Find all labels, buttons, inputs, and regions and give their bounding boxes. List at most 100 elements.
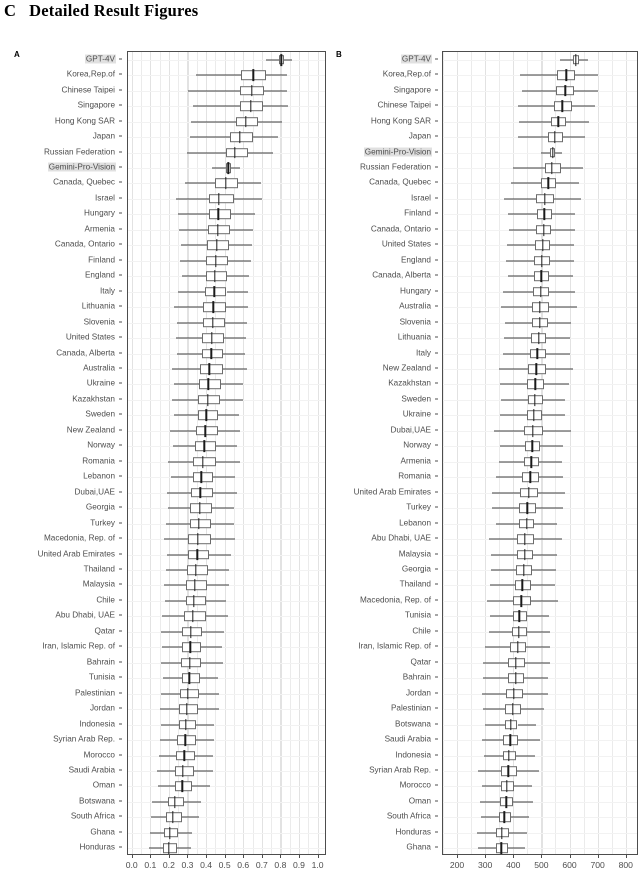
panel-a-accuracy-boxplot: A GPT-4V Korea,Rep.of Chinese Taipei Singap… bbox=[0, 42, 330, 883]
median-line bbox=[534, 378, 536, 391]
y-axis-tick bbox=[119, 274, 122, 276]
box-iqr bbox=[190, 503, 212, 513]
whisker-upper bbox=[541, 414, 566, 416]
gridline-row bbox=[128, 59, 325, 61]
median-line bbox=[216, 223, 219, 236]
y-axis-tick bbox=[435, 228, 438, 230]
y-axis-category-label: Korea,Rep.of bbox=[382, 69, 431, 79]
median-line bbox=[544, 192, 546, 205]
whisker-upper bbox=[231, 167, 241, 169]
gridline-major bbox=[261, 52, 263, 854]
y-axis-tick bbox=[435, 676, 438, 678]
median-line bbox=[210, 347, 212, 360]
median-line bbox=[202, 455, 204, 468]
y-axis-tick bbox=[119, 336, 122, 338]
y-axis-category-label: Botswana bbox=[395, 719, 431, 729]
y-axis-tick bbox=[435, 290, 438, 292]
box-iqr bbox=[179, 688, 199, 699]
y-axis-tick bbox=[435, 645, 438, 647]
y-axis-category-label: Chinese Taipei bbox=[377, 100, 431, 110]
y-axis-category-label: Canada, Ontario bbox=[54, 239, 115, 249]
median-line bbox=[280, 53, 283, 66]
box-iqr bbox=[208, 194, 234, 204]
gridline-row bbox=[443, 770, 637, 772]
box-iqr bbox=[496, 843, 509, 854]
y-axis-category-label: Morocco bbox=[399, 780, 431, 790]
whisker-lower bbox=[478, 847, 497, 849]
y-axis-category-label: Honduras bbox=[395, 827, 431, 837]
y-axis-tick bbox=[119, 73, 122, 75]
whisker-upper bbox=[560, 167, 583, 169]
y-axis-category-label: Israel bbox=[410, 193, 431, 203]
y-axis-tick bbox=[119, 181, 122, 183]
median-line bbox=[524, 533, 526, 545]
y-axis-category-label: Lithuania bbox=[81, 301, 115, 311]
median-line bbox=[551, 146, 554, 159]
y-axis-category-label: Tunisia bbox=[404, 610, 431, 620]
y-axis-tick bbox=[435, 135, 438, 137]
box-iqr bbox=[225, 147, 248, 158]
x-axis-tick-label: 400 bbox=[506, 860, 521, 870]
whisker-upper bbox=[516, 755, 536, 756]
whisker-upper bbox=[201, 646, 222, 648]
y-axis-tick bbox=[435, 460, 438, 462]
y-axis-tick bbox=[119, 120, 122, 122]
gridline-row bbox=[443, 817, 637, 819]
gridline-major bbox=[206, 52, 208, 854]
y-axis-tick bbox=[119, 243, 122, 245]
panel-b-score-boxplot: B GPT-4V Korea,Rep.of Singapore Chinese Tai… bbox=[330, 42, 640, 883]
y-axis-tick bbox=[119, 645, 122, 647]
y-axis-category-label: Abu Dhabi, UAE bbox=[371, 533, 431, 543]
median-line bbox=[185, 718, 187, 731]
median-line bbox=[557, 115, 559, 128]
median-line bbox=[532, 424, 534, 437]
y-axis-tick bbox=[119, 491, 122, 493]
whisker-lower bbox=[490, 584, 515, 586]
whisker-upper bbox=[218, 414, 240, 416]
gridline-row bbox=[443, 786, 637, 788]
whisker-lower bbox=[499, 414, 527, 416]
whisker-upper bbox=[194, 755, 214, 756]
whisker-lower bbox=[480, 816, 499, 818]
whisker-upper bbox=[266, 74, 287, 76]
whisker-upper bbox=[532, 554, 557, 555]
whisker-upper bbox=[263, 90, 287, 92]
y-axis-tick bbox=[119, 212, 122, 214]
whisker-upper bbox=[284, 59, 292, 61]
median-line bbox=[182, 765, 184, 777]
whisker-upper bbox=[205, 615, 229, 617]
median-line bbox=[500, 842, 503, 854]
y-axis-category-label: United States bbox=[65, 332, 115, 342]
whisker-upper bbox=[177, 832, 193, 834]
y-axis-tick bbox=[435, 599, 438, 601]
y-axis-category-label: South Africa bbox=[70, 811, 115, 821]
gridline-major bbox=[541, 52, 543, 854]
whisker-lower bbox=[520, 74, 557, 76]
gridline-major bbox=[280, 52, 282, 854]
median-line bbox=[505, 795, 507, 808]
box-iqr bbox=[202, 333, 225, 343]
box-iqr bbox=[201, 348, 224, 359]
whisker-lower bbox=[157, 785, 175, 787]
box-iqr bbox=[178, 704, 199, 714]
median-line bbox=[523, 548, 526, 561]
median-line bbox=[575, 53, 577, 66]
whisker-lower bbox=[504, 198, 537, 200]
whisker-lower bbox=[177, 322, 204, 324]
whisker-lower bbox=[167, 507, 191, 509]
median-line bbox=[199, 486, 202, 499]
whisker-lower bbox=[173, 383, 199, 385]
median-line bbox=[224, 177, 227, 190]
y-axis-tick bbox=[119, 583, 122, 585]
gridline-row bbox=[128, 600, 325, 602]
y-axis-tick bbox=[435, 151, 438, 152]
x-axis-tick-label: 0.0 bbox=[125, 860, 138, 870]
y-axis-category-label: Gemini-Pro-Vision bbox=[47, 162, 116, 172]
gridline-row bbox=[443, 724, 637, 726]
box-iqr bbox=[240, 101, 263, 111]
whisker-upper bbox=[532, 569, 557, 571]
whisker-upper bbox=[225, 306, 248, 308]
y-axis-category-label: United Arab Emirates bbox=[37, 549, 115, 558]
whisker-lower bbox=[503, 291, 533, 293]
median-line bbox=[503, 811, 505, 824]
